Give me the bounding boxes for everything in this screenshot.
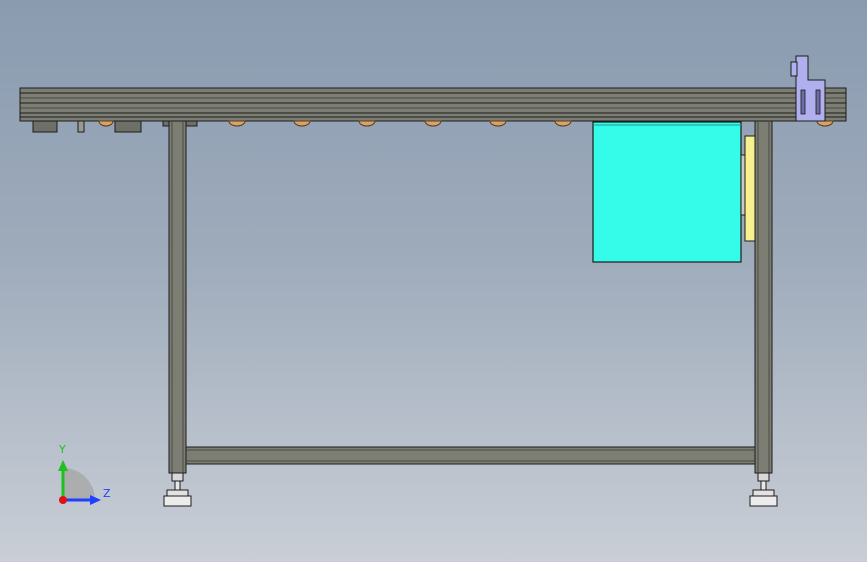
drive-block-left[interactable] — [32, 120, 58, 133]
cad-viewport[interactable]: Y Z — [0, 0, 867, 562]
side-panel[interactable] — [740, 135, 756, 242]
coordinate-triad — [58, 460, 101, 505]
triad-y-label: Y — [59, 443, 66, 456]
foot-right[interactable] — [749, 472, 778, 507]
crossbar[interactable] — [185, 446, 756, 465]
foot-left[interactable] — [163, 472, 192, 507]
conveyor-drawing[interactable] — [0, 0, 867, 562]
triad-z-label: Z — [103, 487, 111, 500]
roller — [293, 120, 311, 127]
electrical-cabinet[interactable] — [592, 121, 742, 263]
conveyor-rail[interactable] — [19, 87, 847, 122]
leg-left[interactable] — [168, 120, 187, 474]
end-bracket[interactable] — [790, 55, 826, 122]
roller — [98, 120, 114, 127]
roller — [358, 120, 376, 127]
roller — [424, 120, 442, 127]
roller — [816, 120, 834, 127]
leg-right[interactable] — [754, 120, 773, 474]
sensor-block[interactable] — [77, 120, 85, 133]
roller — [228, 120, 246, 127]
roller — [489, 120, 507, 127]
roller — [554, 120, 572, 127]
drive-block-right[interactable] — [114, 120, 142, 133]
